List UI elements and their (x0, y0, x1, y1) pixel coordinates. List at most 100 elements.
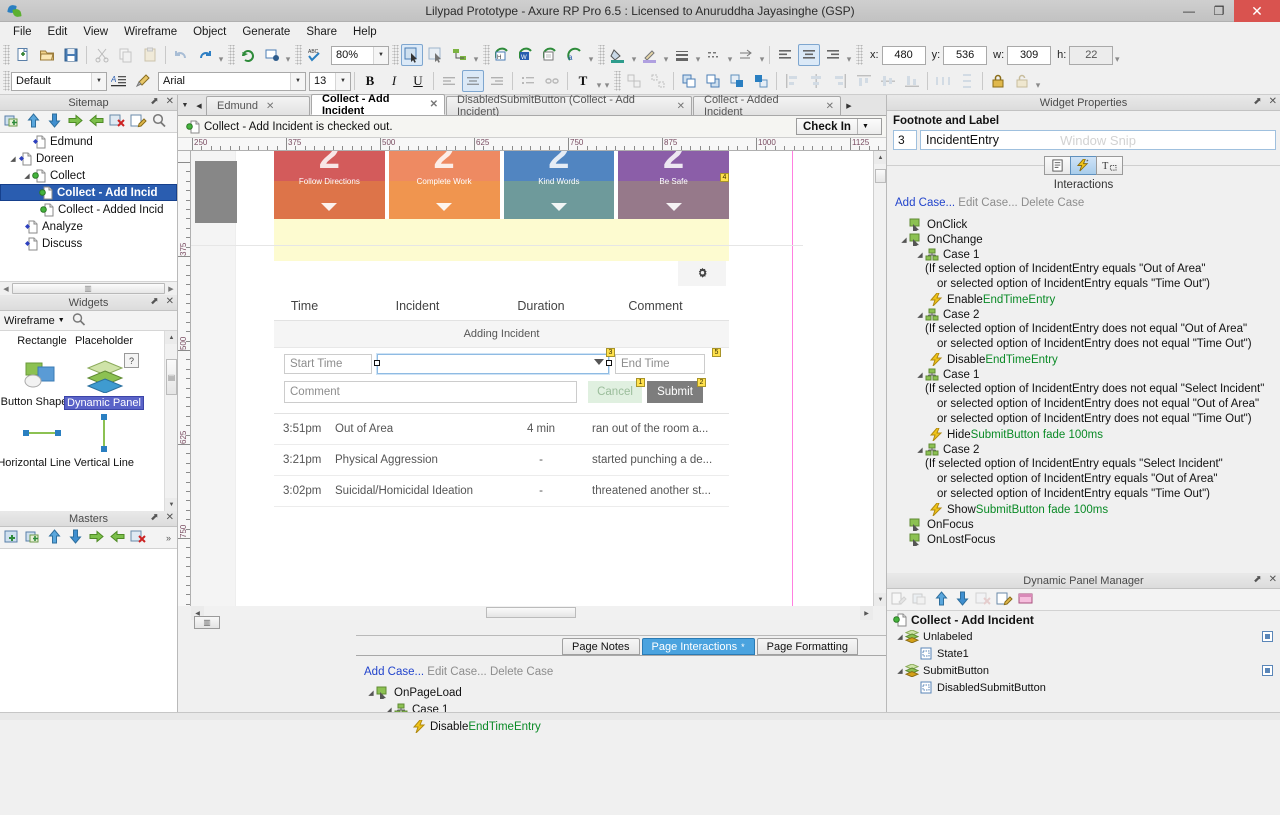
cancel-button[interactable]: Cancel (588, 381, 642, 403)
text-align-center-icon[interactable] (462, 70, 484, 92)
zoom-combo[interactable]: 80% ▼ (331, 45, 389, 65)
line-width-icon[interactable] (671, 44, 693, 66)
export-print-icon[interactable] (540, 44, 562, 66)
widgets-scroll-down-icon[interactable]: ▼ (165, 498, 177, 511)
widgets-close-icon[interactable]: ✕ (166, 296, 174, 307)
interaction-action[interactable]: Enable EndTimeEntry (895, 292, 1280, 307)
tab-close-icon[interactable]: ✕ (430, 99, 438, 110)
settings-button[interactable] (678, 261, 726, 286)
delete-page-icon[interactable] (109, 113, 126, 130)
footnote-badge-4[interactable]: 4 (720, 173, 729, 182)
selection-handle-left[interactable] (374, 360, 380, 366)
bring-front-icon[interactable] (678, 70, 700, 92)
add-case-link[interactable]: Add Case... (895, 197, 955, 209)
tab-disabled-submit-button[interactable]: DisabledSubmitButton (Collect - Add Inci… (446, 94, 692, 118)
sitemap-horizontal-scrollbar[interactable]: ◀ ▥ ▶ (0, 281, 177, 295)
interaction-event-onfocus[interactable]: OnFocus (895, 517, 1280, 533)
interactions-tab-icon[interactable]: * (1069, 156, 1097, 175)
card-expand-area[interactable] (274, 195, 385, 219)
close-button[interactable]: ✕ (1234, 0, 1280, 22)
align-left-icon[interactable] (774, 44, 796, 66)
expander-icon[interactable]: ◢ (895, 633, 905, 641)
tab-close-icon[interactable]: ✕ (677, 101, 685, 112)
font-size-chevron-down-icon[interactable]: ▼ (335, 72, 350, 90)
footnote-badge-3[interactable]: 3 (606, 348, 615, 357)
scroll-thumb[interactable]: ▥ (12, 283, 165, 294)
format-toolbar-grip[interactable] (3, 71, 10, 91)
interaction-action[interactable]: Disable EndTimeEntry (895, 352, 1280, 367)
card-kind-words[interactable]: 2 Kind Words (503, 151, 615, 219)
check-in-chevron-down-icon[interactable]: ▼ (856, 119, 873, 134)
horizontal-line-widget-icon[interactable] (20, 425, 64, 444)
add-page-icon[interactable] (4, 113, 21, 130)
chevron-down-icon[interactable] (550, 203, 567, 211)
y-input[interactable]: 536 (943, 45, 988, 65)
widgets-vertical-scrollbar[interactable]: ▲ ▤ ▼ (164, 331, 177, 511)
toolbar-grip[interactable] (3, 45, 10, 65)
fill-color-icon[interactable] (607, 44, 629, 66)
line-style-chevron-icon[interactable]: ▾ (726, 45, 734, 65)
menu-help[interactable]: Help (345, 24, 385, 40)
card-follow-directions[interactable]: 2 Follow Directions (274, 151, 385, 219)
menu-edit[interactable]: Edit (40, 24, 76, 40)
arrow-style-chevron-icon[interactable]: ▾ (758, 45, 766, 65)
interaction-case[interactable]: ◢ Case 1 (895, 367, 1280, 382)
tab-collect-add-incident[interactable]: Collect - Add Incident ✕ (311, 93, 445, 117)
edit-style-icon[interactable]: A (108, 70, 130, 92)
interaction-case[interactable]: ◢ Case 2 (895, 442, 1280, 457)
spellcheck-icon[interactable]: ABC (304, 44, 326, 66)
expander-icon[interactable]: ◢ (915, 251, 925, 259)
toolbar-grip-6[interactable] (598, 45, 605, 65)
canvas-scroll-right-icon[interactable]: ▶ (860, 606, 873, 620)
x-input[interactable]: 480 (881, 45, 926, 65)
table-row[interactable]: 3:02pm Suicidal/Homicidal Ideation - thr… (274, 476, 729, 507)
toolbar-grip-4[interactable] (392, 45, 399, 65)
toolbar-grip-7[interactable] (856, 45, 863, 65)
toolbar-overflow-6[interactable]: ▾ (1113, 45, 1121, 65)
sitemap-item-analyze[interactable]: Analyze (0, 218, 177, 235)
tab-page-interactions[interactable]: Page Interactions * (641, 638, 755, 655)
formatting-tab-icon[interactable]: T (1095, 156, 1123, 175)
toolbar-grip-3[interactable] (295, 45, 302, 65)
interaction-event-onlostfocus[interactable]: OnLostFocus (895, 532, 1280, 548)
master-move-down-icon[interactable] (67, 529, 84, 546)
select-chevron-down-icon[interactable] (594, 359, 604, 365)
font-family-combo[interactable]: Arial ▼ (158, 71, 306, 91)
add-master-icon[interactable] (4, 529, 21, 546)
check-in-button[interactable]: Check In ▼ (796, 118, 882, 135)
dpm-visibility-toggle[interactable] (1262, 665, 1273, 676)
sitemap-item-discuss[interactable]: Discuss (0, 235, 177, 252)
widget-help-icon[interactable]: ? (124, 353, 139, 368)
canvas-grid-toggle-button[interactable]: ▥ (194, 616, 220, 629)
indent-icon[interactable] (67, 113, 84, 130)
chevron-down-icon[interactable] (436, 203, 453, 211)
card-expand-area[interactable] (504, 195, 615, 219)
dpm-state-disabledsubmitbutton[interactable]: DisabledSubmitButton (887, 679, 1280, 696)
fill-color-chevron-icon[interactable]: ▾ (630, 45, 638, 65)
preview-icon[interactable] (261, 44, 283, 66)
connector-line-icon[interactable] (449, 44, 471, 66)
toolbar-grip-2[interactable] (228, 45, 235, 65)
zoom-chevron-down-icon[interactable]: ▼ (373, 46, 388, 64)
search-icon[interactable] (151, 113, 168, 130)
sitemap-item-collect[interactable]: ◢ Collect (0, 167, 177, 184)
canvas-horizontal-scroll-thumb[interactable] (486, 607, 576, 618)
canvas-vertical-scroll-thumb[interactable] (875, 169, 886, 183)
open-file-icon[interactable] (36, 44, 58, 66)
widget-style-chevron-down-icon[interactable]: ▼ (91, 72, 106, 90)
unlock-icon[interactable] (1011, 70, 1033, 92)
comment-input[interactable]: Comment (284, 381, 577, 403)
underline-button[interactable]: U (407, 70, 429, 92)
send-backward-icon[interactable] (750, 70, 772, 92)
menu-view[interactable]: View (75, 24, 116, 40)
widget-library-chevron-down-icon[interactable]: ▼ (58, 317, 65, 324)
w-input[interactable]: 309 (1007, 45, 1052, 65)
master-indent-icon[interactable] (88, 529, 105, 546)
font-size-combo[interactable]: 13 ▼ (309, 71, 351, 91)
redo-icon[interactable] (194, 44, 216, 66)
expander-icon[interactable]: ◢ (915, 311, 925, 319)
sitemap-close-icon[interactable]: ✕ (166, 96, 174, 107)
tab-list-dropdown-icon[interactable]: ▼ (178, 96, 192, 115)
italic-button[interactable]: I (383, 70, 405, 92)
toolbar-grip-5[interactable] (483, 45, 490, 65)
